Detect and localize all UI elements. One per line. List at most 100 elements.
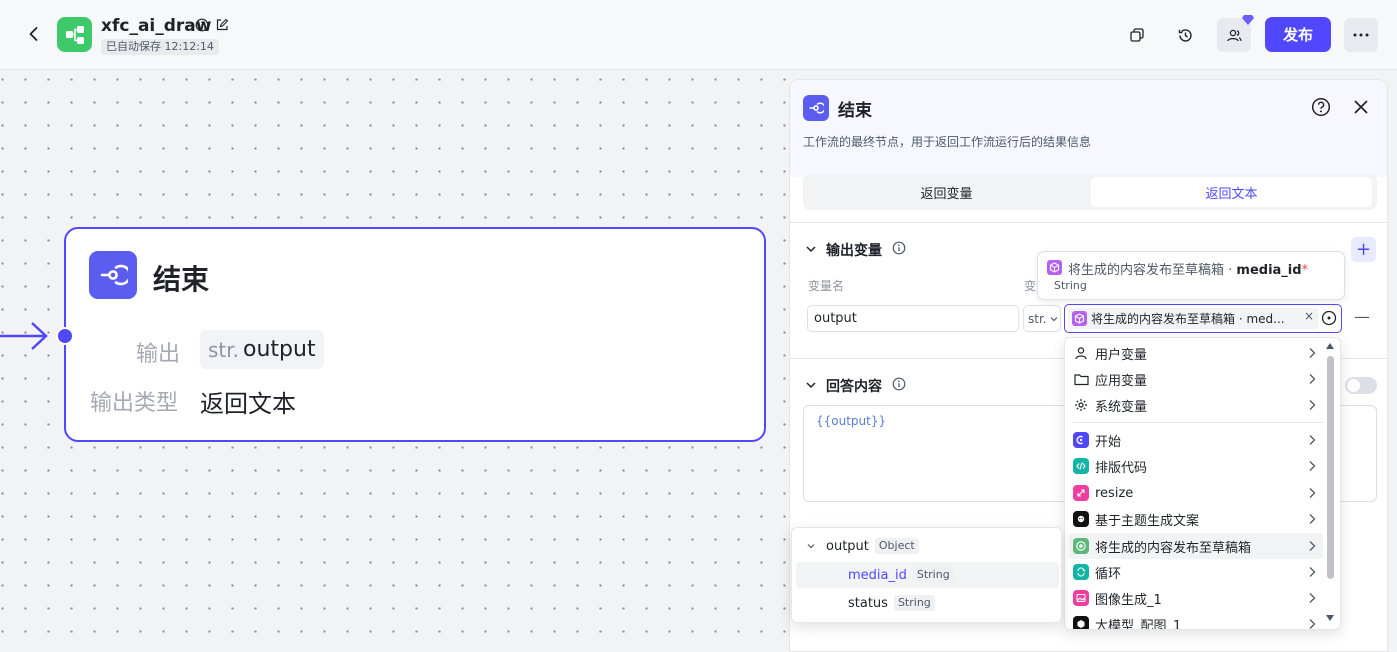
diamond-badge-icon [1242,15,1254,25]
chevron-down-icon[interactable] [804,378,818,392]
divider [790,222,1387,223]
menu-item-label: 基于主题生成文案 [1095,513,1200,529]
menu-item-loop[interactable]: 循环 [1069,559,1323,585]
answer-content-title: 回答内容 [826,379,882,395]
tab-return-text[interactable]: 返回文本 [1091,177,1372,207]
menu-item-publish-draft[interactable]: 将生成的内容发布至草稿箱 [1069,533,1323,559]
users-icon [1226,29,1242,41]
variable-name-input[interactable] [807,305,1019,332]
chevron-right-icon [1309,348,1316,358]
menu-item-start[interactable]: 开始 [1069,427,1323,453]
plugin-icon [1072,311,1087,326]
add-variable-button[interactable]: + [1351,237,1376,262]
menu-scrollbar[interactable] [1327,356,1334,579]
chevron-right-icon [1309,541,1316,551]
autosave-status: 已自动保存 12:12:14 [101,39,219,55]
streaming-toggle[interactable] [1345,377,1377,394]
user-icon [1073,345,1089,361]
menu-item-label: 应用变量 [1095,373,1148,389]
return-mode-tabs: 返回变量 返回文本 [803,174,1377,210]
target-icon[interactable] [1321,310,1337,326]
panel-description: 工作流的最终节点，用于返回工作流运行后的结果信息 [803,135,1092,149]
back-arrow-icon[interactable] [24,24,44,44]
info-icon[interactable] [892,241,906,255]
reference-tooltip: 将生成的内容发布至草稿箱 · media_id* String [1037,251,1345,300]
panel-node-icon-box [803,95,829,121]
chevron-right-icon [1309,567,1316,577]
history-icon [1178,28,1192,42]
plugin-icon [1047,260,1062,275]
gear-icon [1073,397,1089,413]
resize-icon [1073,485,1089,501]
menu-item-generate-copy[interactable]: 基于主题生成文案 [1069,506,1323,532]
submenu-root-output[interactable]: output Object [796,533,1059,559]
panel-title: 结束 [838,101,872,121]
node-output-tag: str. output [200,330,324,369]
submenu-item-media-id[interactable]: media_id String [796,562,1059,588]
type-badge: String [893,595,935,611]
chevron-right-icon [1309,461,1316,471]
chevron-right-icon [1309,488,1316,498]
tab-return-variable[interactable]: 返回变量 [806,177,1087,207]
menu-item-image-gen[interactable]: 图像生成_1 [1069,585,1323,611]
scroll-up-icon[interactable] [1325,342,1335,350]
output-type-text: str. [208,337,240,362]
plus-icon: + [1355,239,1372,260]
edit-icon[interactable] [215,18,229,32]
menu-item-label: 系统变量 [1095,399,1148,415]
menu-item-llm[interactable]: 大模型_配图_1 [1069,611,1323,630]
menu-item-label: 大模型_配图_1 [1095,618,1182,630]
reference-chip-text: 将生成的内容发布至草稿箱 · med... [1091,312,1285,326]
chevron-down-icon[interactable] [804,242,818,256]
column-header-varname: 变量名 [808,279,845,293]
variable-reference-select[interactable]: 将生成的内容发布至草稿箱 · med... × [1064,304,1342,333]
output-fields-submenu: output Object media_id String status Str… [791,527,1062,623]
workflow-canvas[interactable]: 结束 输出 str. output 输出类型 返回文本 [0,71,790,652]
end-node[interactable]: 结束 输出 str. output 输出类型 返回文本 [56,227,766,442]
menu-item-label: 将生成的内容发布至草稿箱 [1095,540,1252,556]
copy-icon [1130,28,1144,42]
panel-header [790,80,1387,177]
info-icon[interactable] [892,377,906,391]
menu-item-resize[interactable]: resize [1069,480,1323,506]
remove-variable-button[interactable]: — [1354,307,1370,326]
variable-type-select[interactable]: str. [1023,305,1061,332]
node-output-label: 输出 [136,342,181,367]
menu-item-label: 开始 [1095,434,1122,450]
menu-item-app-variables[interactable]: 应用变量 [1069,366,1323,392]
node-input-handle[interactable] [56,327,74,345]
chevron-right-icon [1309,619,1316,629]
code-icon [1073,458,1089,474]
copy-button[interactable] [1120,18,1154,52]
llm-icon [1073,616,1089,629]
close-icon[interactable] [1353,99,1369,115]
menu-item-label: 排版代码 [1095,460,1148,476]
menu-item-system-variables[interactable]: 系统变量 [1069,392,1323,418]
history-button[interactable] [1168,18,1202,52]
tooltip-type: String [1054,279,1087,292]
info-icon[interactable] [195,18,209,32]
chevron-right-icon [1309,435,1316,445]
menu-item-label: 图像生成_1 [1095,592,1162,608]
chevron-right-icon [1309,374,1316,384]
menu-item-label: 循环 [1095,566,1122,582]
menu-item-label: 用户变量 [1095,347,1148,363]
menu-divider [1073,422,1323,423]
submenu-root-label: output [826,538,869,554]
more-button[interactable] [1344,18,1378,52]
collaborators-button[interactable] [1217,15,1254,52]
loop-icon [1073,564,1089,580]
menu-item-layout-code[interactable]: 排版代码 [1069,453,1323,479]
publish-button[interactable]: 发布 [1265,17,1331,52]
variable-type-value: str. [1028,311,1047,326]
help-icon[interactable] [1311,97,1331,117]
chevron-right-icon [1309,400,1316,410]
submenu-item-status[interactable]: status String [796,590,1059,616]
variable-source-menu: 用户变量 应用变量 系统变量 开始 排版代码 resize 基于主题生成文案 将… [1064,337,1341,630]
end-icon [809,102,824,114]
column-header-vartype: 变 [1024,279,1036,293]
scroll-down-icon[interactable] [1325,614,1335,622]
clear-reference-icon[interactable]: × [1304,309,1314,323]
workflow-icon [65,25,84,44]
menu-item-user-variables[interactable]: 用户变量 [1069,340,1323,366]
